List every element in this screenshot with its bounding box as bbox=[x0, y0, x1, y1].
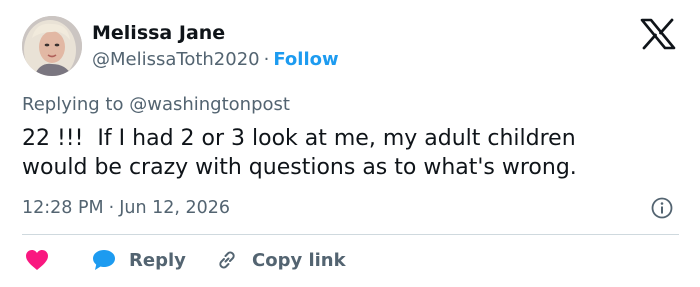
reply-context-prefix: Replying to bbox=[22, 94, 124, 115]
handle-separator: · bbox=[263, 49, 270, 70]
avatar-image bbox=[22, 16, 82, 76]
copy-link-button[interactable]: Copy link bbox=[215, 246, 346, 274]
author-handle-row: @MelissaToth2020 · Follow bbox=[92, 49, 339, 70]
reply-button[interactable]: Reply bbox=[92, 246, 186, 274]
x-logo-icon[interactable] bbox=[640, 18, 676, 50]
author-handle[interactable]: @MelissaToth2020 bbox=[92, 49, 260, 70]
author-name[interactable]: Melissa Jane bbox=[92, 22, 225, 44]
divider bbox=[22, 234, 679, 235]
copy-link-label: Copy link bbox=[252, 249, 346, 271]
reply-mention-link[interactable]: @washingtonpost bbox=[129, 94, 290, 115]
tweet-time[interactable]: 12:28 PM bbox=[22, 198, 104, 218]
reply-label: Reply bbox=[129, 249, 186, 271]
info-icon[interactable] bbox=[651, 197, 673, 219]
avatar[interactable] bbox=[22, 16, 82, 76]
follow-button[interactable]: Follow bbox=[273, 49, 338, 70]
heart-icon[interactable] bbox=[25, 249, 49, 271]
reply-context: Replying to @washingtonpost bbox=[22, 94, 290, 115]
action-bar: Reply Copy link bbox=[22, 246, 682, 274]
tweet-meta: 12:28 PM · Jun 12, 2026 bbox=[22, 198, 230, 218]
speech-bubble-icon bbox=[93, 250, 115, 270]
tweet-date[interactable]: Jun 12, 2026 bbox=[119, 198, 230, 218]
tweet-text: 22 !!! If I had 2 or 3 look at me, my ad… bbox=[22, 126, 577, 180]
meta-separator: · bbox=[108, 198, 115, 218]
link-icon bbox=[219, 251, 235, 269]
